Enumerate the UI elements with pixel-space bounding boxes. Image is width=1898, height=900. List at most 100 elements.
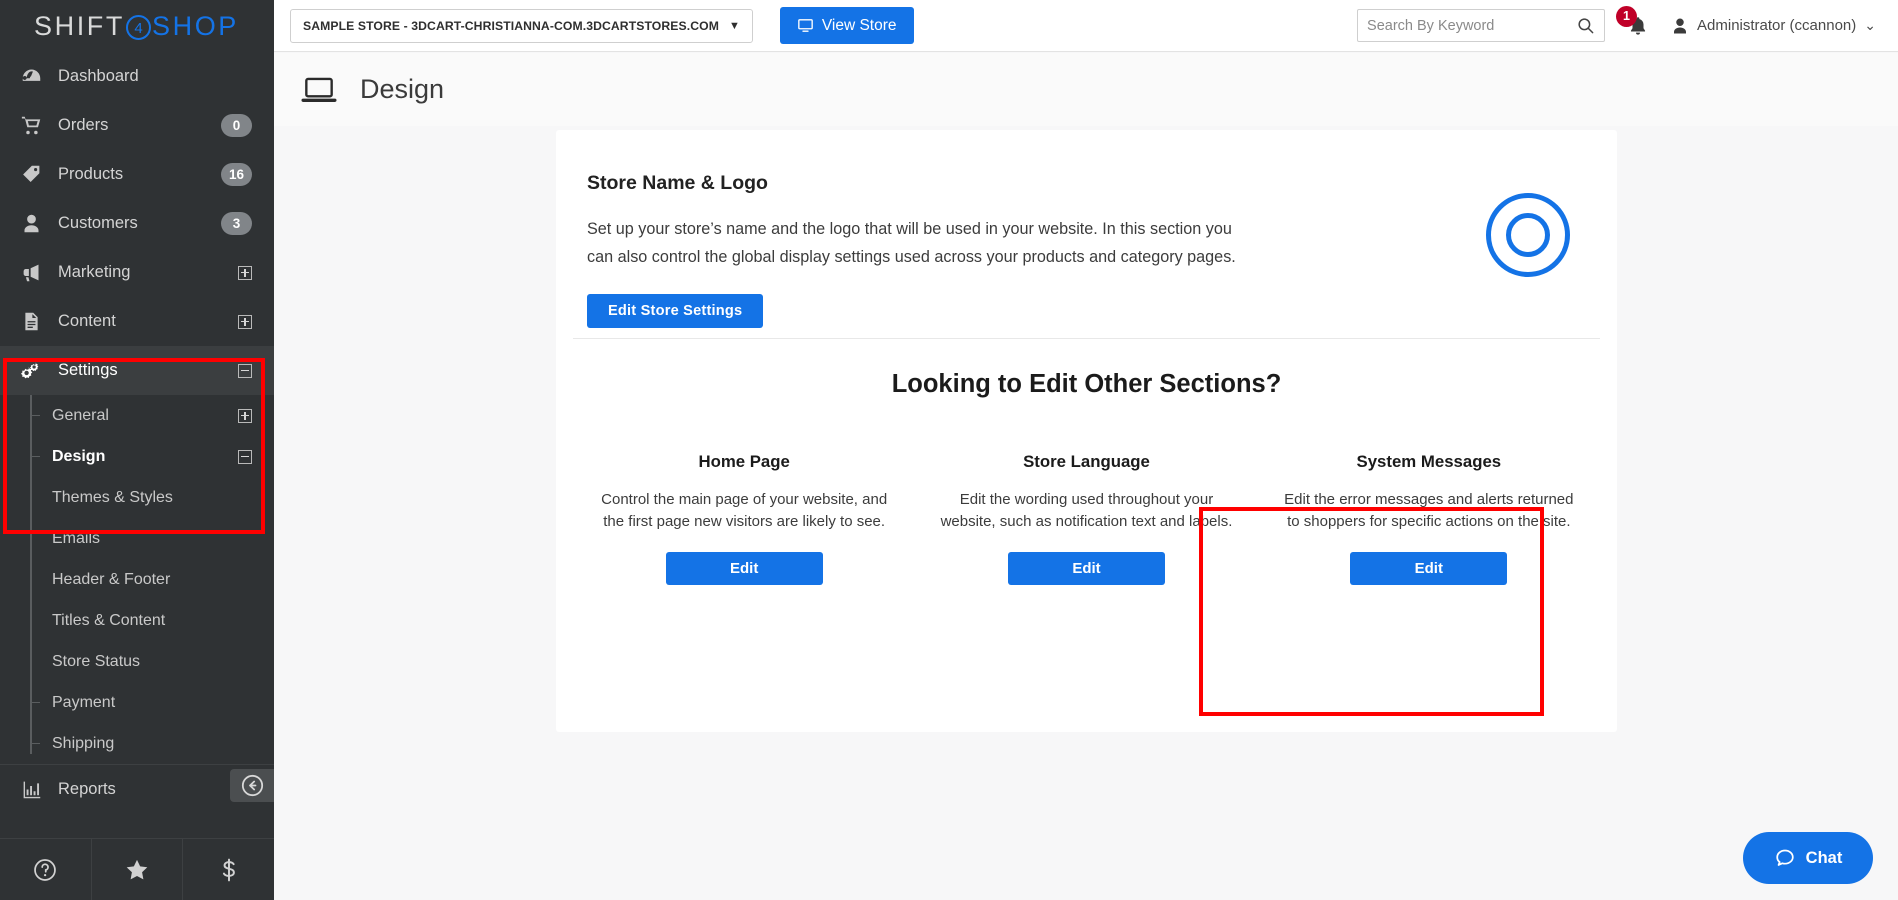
- monitor-icon: [797, 17, 814, 34]
- search-input[interactable]: [1367, 18, 1576, 34]
- sidebar-subitem-payment[interactable]: Payment: [0, 682, 274, 723]
- sidebar-item-label: Dashboard: [48, 67, 252, 86]
- section-description: Set up your store’s name and the logo th…: [587, 216, 1247, 272]
- logo-four-badge: 4: [126, 15, 151, 40]
- sidebar-item-label: Customers: [48, 214, 221, 233]
- sidebar-item-orders[interactable]: Orders 0: [0, 101, 274, 150]
- user-avatar-icon: [1671, 17, 1689, 35]
- sidebar-item-marketing[interactable]: Marketing: [0, 248, 274, 297]
- products-badge: 16: [221, 163, 252, 186]
- sidebar-nav: Dashboard Orders 0 Products 16: [0, 52, 274, 838]
- notifications-button[interactable]: 1: [1627, 15, 1649, 37]
- sidebar-subitem-general[interactable]: General: [0, 395, 274, 436]
- help-icon[interactable]: [0, 839, 92, 900]
- store-name-logo-section: Store Name & Logo Set up your store’s na…: [556, 130, 1617, 328]
- sidebar-subitem-design[interactable]: Design: [0, 436, 274, 477]
- chat-bubble-icon: [1774, 847, 1796, 869]
- user-menu[interactable]: Administrator (ccannon) ⌄: [1671, 17, 1876, 35]
- star-icon[interactable]: [92, 839, 184, 900]
- topbar-right-cluster: 1 Administrator (ccannon) ⌄: [1357, 9, 1898, 42]
- sidebar-collapse-button[interactable]: [230, 769, 274, 802]
- view-store-button[interactable]: View Store: [780, 7, 914, 44]
- content-area: Store Name & Logo Set up your store’s na…: [274, 126, 1898, 900]
- sidebar-item-customers[interactable]: Customers 3: [0, 199, 274, 248]
- tree-branch-line: [30, 538, 40, 540]
- sidebar: SHIFT4SHOP Dashboard Orders 0: [0, 0, 274, 900]
- tree-branch-line: [30, 497, 40, 499]
- column-description: Edit the wording used throughout your we…: [933, 489, 1239, 533]
- section-column-home-page: Home Page Control the main page of your …: [573, 440, 915, 605]
- sidebar-item-label: Orders: [48, 116, 221, 135]
- column-description: Control the main page of your website, a…: [591, 489, 897, 533]
- page-title: Design: [360, 74, 444, 105]
- topbar: SAMPLE STORE - 3DCART-CHRISTIANNA-COM.3D…: [274, 0, 1898, 52]
- bar-chart-icon: [14, 779, 48, 800]
- other-sections-columns: Home Page Control the main page of your …: [573, 440, 1600, 605]
- tree-branch-line: [30, 702, 40, 704]
- sidebar-subitem-label: Store Status: [52, 653, 252, 671]
- dollar-icon[interactable]: [183, 839, 274, 900]
- sidebar-subitem-label: General: [52, 407, 238, 425]
- sidebar-item-label: Marketing: [48, 263, 238, 282]
- chevron-collapse-icon[interactable]: [238, 450, 252, 464]
- sidebar-subitem-label: Header & Footer: [52, 571, 252, 589]
- chat-button[interactable]: Chat: [1743, 832, 1873, 884]
- logo-shop-text: SHOP: [152, 11, 239, 41]
- tree-branch-line: [30, 415, 40, 417]
- customers-badge: 3: [221, 212, 252, 235]
- column-title: Home Page: [591, 452, 897, 472]
- sidebar-subitem-label: Titles & Content: [52, 612, 252, 630]
- document-icon: [14, 311, 48, 332]
- column-title: System Messages: [1276, 452, 1582, 472]
- notification-count-badge: 1: [1616, 6, 1637, 27]
- sidebar-subitem-themes-styles[interactable]: Themes & Styles: [0, 477, 274, 518]
- sidebar-subitem-shipping[interactable]: Shipping: [0, 723, 274, 764]
- store-selector-value: SAMPLE STORE - 3DCART-CHRISTIANNA-COM.3D…: [303, 19, 719, 33]
- chevron-expand-icon[interactable]: [238, 409, 252, 423]
- sidebar-item-label: Products: [48, 165, 221, 184]
- sidebar-subitem-store-status[interactable]: Store Status: [0, 641, 274, 682]
- sidebar-subitem-header-footer[interactable]: Header & Footer: [0, 559, 274, 600]
- concentric-circles-icon: [1486, 193, 1570, 277]
- tree-branch-line: [30, 743, 40, 745]
- sidebar-item-content[interactable]: Content: [0, 297, 274, 346]
- sidebar-subitem-label: Design: [52, 448, 238, 466]
- design-settings-card: Store Name & Logo Set up your store’s na…: [556, 130, 1617, 732]
- sidebar-item-products[interactable]: Products 16: [0, 150, 274, 199]
- cart-icon: [14, 115, 48, 136]
- chevron-expand-icon[interactable]: [238, 315, 252, 329]
- chevron-expand-icon[interactable]: [238, 266, 252, 280]
- sidebar-subitem-emails[interactable]: Emails: [0, 518, 274, 559]
- edit-store-language-button[interactable]: Edit: [1008, 552, 1165, 585]
- sidebar-item-dashboard[interactable]: Dashboard: [0, 52, 274, 101]
- sidebar-subitem-label: Emails: [52, 530, 252, 548]
- sidebar-subitem-label: Payment: [52, 694, 252, 712]
- edit-system-messages-button[interactable]: Edit: [1350, 552, 1507, 585]
- sidebar-item-settings[interactable]: Settings: [0, 346, 274, 395]
- sidebar-item-label: Content: [48, 312, 238, 331]
- page-header: Design: [274, 53, 1898, 126]
- search-icon[interactable]: [1576, 16, 1595, 35]
- other-sections-heading: Looking to Edit Other Sections?: [556, 370, 1617, 399]
- sidebar-subitem-label: Shipping: [52, 735, 252, 753]
- sidebar-footer: [0, 838, 274, 900]
- tag-icon: [14, 164, 48, 185]
- chevron-collapse-icon[interactable]: [238, 364, 252, 378]
- logo-shift-text: SHIFT: [34, 11, 125, 41]
- edit-store-settings-button[interactable]: Edit Store Settings: [587, 294, 763, 328]
- tree-branch-line: [30, 579, 40, 581]
- section-divider: [573, 338, 1600, 339]
- dashboard-icon: [14, 66, 48, 87]
- edit-home-page-button[interactable]: Edit: [666, 552, 823, 585]
- sidebar-subitem-titles-content[interactable]: Titles & Content: [0, 600, 274, 641]
- section-column-store-language: Store Language Edit the wording used thr…: [915, 440, 1257, 605]
- section-title: Store Name & Logo: [587, 172, 1586, 195]
- tree-branch-line: [30, 661, 40, 663]
- search-box[interactable]: [1357, 9, 1605, 42]
- sidebar-item-label: Reports: [48, 780, 238, 799]
- brand-logo[interactable]: SHIFT4SHOP: [0, 0, 274, 52]
- megaphone-icon: [14, 262, 48, 283]
- laptop-icon: [300, 71, 338, 109]
- store-selector-dropdown[interactable]: SAMPLE STORE - 3DCART-CHRISTIANNA-COM.3D…: [290, 9, 753, 43]
- tree-branch-line: [30, 456, 40, 458]
